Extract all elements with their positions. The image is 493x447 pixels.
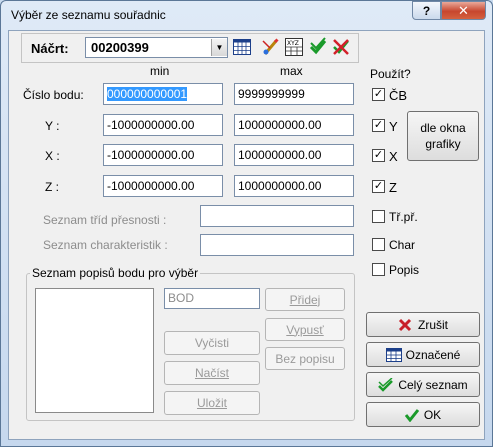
- seznam-charakteristik-label: Seznam charakteristik :: [43, 238, 168, 252]
- seznam-charakteristik-input[interactable]: [200, 234, 354, 256]
- bez-popisu-button[interactable]: Bez popisu: [265, 347, 345, 370]
- x-max-value: 1000000000.00: [238, 148, 322, 162]
- ok-button-label: OK: [423, 407, 442, 422]
- bez-popisu-button-label: Bez popisu: [275, 351, 335, 366]
- vycisti-button[interactable]: Vyčisti: [164, 331, 260, 355]
- x-label: X :: [45, 149, 60, 163]
- z-label: Z :: [45, 180, 59, 194]
- dle-okna-grafiky-button[interactable]: dle okna grafiky: [407, 111, 479, 161]
- ok-button[interactable]: OK: [366, 402, 480, 427]
- title-bar: Výběr ze seznamu souřadnic ? ✕: [1, 1, 492, 29]
- popis-input-value: BOD: [168, 291, 195, 305]
- x-max-input[interactable]: 1000000000.00: [234, 144, 354, 166]
- trpr-checkbox[interactable]: [372, 210, 385, 223]
- y-max-input[interactable]: 1000000000.00: [234, 114, 354, 136]
- z-max-input[interactable]: 1000000000.00: [234, 175, 354, 197]
- window-title: Výběr ze seznamu souřadnic: [11, 8, 166, 22]
- y-checkbox-label: Y: [389, 119, 398, 134]
- popis-checkbox-label: Popis: [389, 263, 420, 277]
- cislo-bodu-label: Číslo bodu:: [23, 88, 84, 102]
- z-checkbox[interactable]: ✓: [372, 180, 385, 193]
- double-check-icon: [378, 377, 394, 392]
- popisy-listbox[interactable]: [35, 288, 154, 413]
- nacist-button-label: Načíst: [194, 366, 229, 380]
- uncheck-all-icon[interactable]: [331, 37, 351, 57]
- x-min-value: -1000000000.00: [107, 148, 195, 162]
- x-checkbox-label: X: [389, 149, 398, 164]
- close-button[interactable]: ✕: [441, 1, 486, 20]
- nacrt-combo[interactable]: 00200399: [85, 37, 228, 58]
- cancel-x-icon: [398, 318, 412, 331]
- zrusit-button-label: Zrušit: [418, 317, 448, 332]
- nacist-button[interactable]: Načíst: [164, 361, 260, 385]
- cb-checkbox-label: ČB: [389, 88, 408, 103]
- popis-checkbox[interactable]: [372, 263, 385, 276]
- zrusit-button[interactable]: Zrušit: [366, 312, 480, 337]
- cislo-bodu-min-value: 000000000001: [107, 87, 188, 101]
- z-max-value: 1000000000.00: [238, 179, 322, 193]
- nacrt-label: Náčrt:: [31, 41, 69, 56]
- char-checkbox[interactable]: [372, 238, 385, 251]
- popisy-group-title: Seznam popisů bodu pro výběr: [30, 266, 201, 280]
- vypust-button[interactable]: Vypusť: [265, 318, 345, 341]
- y-max-value: 1000000000.00: [238, 118, 322, 132]
- ulozit-button[interactable]: Uložit: [164, 391, 260, 415]
- dle-okna-line2: grafiky: [425, 137, 461, 151]
- cb-checkbox[interactable]: ✓: [372, 88, 385, 101]
- use-column-header: Použít?: [370, 67, 411, 81]
- chevron-down-icon: ▼: [215, 43, 224, 52]
- help-button[interactable]: ?: [412, 1, 441, 20]
- dialog-window: Výběr ze seznamu souřadnic ? ✕ Náčrt: 00…: [0, 0, 493, 447]
- seznam-trid-presnosti-label: Seznam tříd přesnosti :: [43, 213, 167, 227]
- nacrt-combo-value: 00200399: [91, 40, 149, 55]
- y-min-value: -1000000000.00: [107, 118, 195, 132]
- x-checkbox[interactable]: ✓: [372, 149, 385, 162]
- ulozit-button-label: Uložit: [196, 396, 227, 410]
- vycisti-button-label: Vyčisti: [194, 336, 230, 350]
- xyz-table-icon[interactable]: XYZ: [284, 37, 304, 57]
- dle-okna-line1: dle okna: [420, 121, 466, 135]
- oznacene-button-label: Označené: [405, 347, 461, 362]
- table-grid-icon: [385, 347, 402, 362]
- y-checkbox[interactable]: ✓: [372, 119, 385, 132]
- cislo-bodu-max-value: 9999999999: [238, 87, 305, 101]
- popis-input[interactable]: BOD: [164, 288, 260, 309]
- z-min-value: -1000000000.00: [107, 179, 195, 193]
- dialog-client-area: Náčrt: 00200399 ▼ XYZ min max Použít? Čí…: [8, 30, 485, 440]
- calendar-table-icon[interactable]: [232, 37, 252, 57]
- min-column-header: min: [150, 64, 170, 78]
- trpr-checkbox-label: Tř.př.: [389, 210, 418, 224]
- pridej-button-label: Přidej: [289, 292, 321, 307]
- check-all-icon[interactable]: [308, 37, 328, 57]
- edit-pencil-icon[interactable]: [261, 37, 281, 57]
- svg-text:XYZ: XYZ: [287, 40, 299, 47]
- cely-seznam-button-label: Celý seznam: [398, 377, 468, 392]
- z-min-input[interactable]: -1000000000.00: [103, 175, 223, 197]
- y-label: Y :: [45, 119, 60, 133]
- max-column-header: max: [280, 64, 303, 78]
- char-checkbox-label: Char: [389, 238, 416, 252]
- oznacene-button[interactable]: Označené: [366, 342, 480, 367]
- y-min-input[interactable]: -1000000000.00: [103, 114, 223, 136]
- vypust-button-label: Vypusť: [286, 322, 324, 337]
- x-min-input[interactable]: -1000000000.00: [103, 144, 223, 166]
- cislo-bodu-min-input[interactable]: 000000000001: [103, 83, 223, 105]
- check-icon: [404, 408, 419, 422]
- z-checkbox-label: Z: [389, 180, 397, 195]
- cely-seznam-button[interactable]: Celý seznam: [366, 372, 480, 397]
- cislo-bodu-max-input[interactable]: 9999999999: [234, 83, 354, 105]
- pridej-button[interactable]: Přidej: [265, 288, 345, 311]
- seznam-trid-presnosti-input[interactable]: [200, 205, 354, 227]
- nacrt-dropdown-button[interactable]: ▼: [211, 39, 227, 56]
